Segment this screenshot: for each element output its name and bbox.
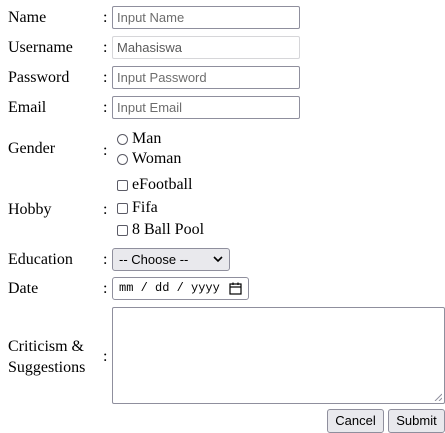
hobby-option-8-ball-pool[interactable]: 8 Ball Pool (117, 220, 204, 240)
date-input[interactable]: mm / dd / yyyy (112, 277, 249, 300)
criticism-colon: : (103, 348, 108, 365)
criticism-label-line2: Suggestions (8, 359, 86, 376)
checkbox-icon[interactable] (117, 224, 128, 236)
hobby-option-label: 8 Ball Pool (132, 221, 205, 238)
hobby-option-label: Fifa (132, 199, 158, 216)
checkbox-icon[interactable] (117, 179, 128, 191)
gender-colon: : (103, 142, 108, 159)
hobby-option-efootball[interactable]: eFootball (117, 175, 192, 195)
gender-label: Gender (8, 140, 56, 157)
education-colon: : (103, 251, 108, 268)
submit-button[interactable]: Submit (388, 409, 445, 433)
username-colon: : (103, 39, 108, 56)
hobby-colon: : (103, 201, 108, 218)
email-input[interactable]: Input Email (112, 96, 300, 119)
date-colon: : (103, 280, 108, 297)
password-input[interactable]: Input Password (112, 66, 300, 89)
radio-icon[interactable] (117, 133, 128, 145)
date-label: Date (8, 280, 39, 297)
education-label: Education (8, 251, 73, 268)
hobby-option-fifa[interactable]: Fifa (117, 198, 158, 218)
radio-icon[interactable] (117, 153, 128, 165)
username-input[interactable]: Mahasiswa (112, 36, 300, 59)
name-input[interactable]: Input Name (112, 6, 300, 29)
education-selected-value: -- Choose -- (119, 252, 189, 267)
name-colon: : (103, 9, 108, 26)
education-select[interactable]: -- Choose -- (112, 248, 230, 271)
date-placeholder: mm / dd / yyyy (119, 281, 220, 295)
email-label: Email (8, 99, 47, 116)
resize-grip-icon[interactable] (434, 393, 442, 401)
criticism-textarea[interactable] (112, 307, 445, 404)
gender-option-man[interactable]: Man (117, 129, 161, 149)
password-colon: : (103, 69, 108, 86)
gender-option-woman[interactable]: Woman (117, 149, 181, 169)
chevron-down-icon (213, 256, 223, 263)
hobby-label: Hobby (8, 201, 52, 218)
email-colon: : (103, 99, 108, 116)
username-label: Username (8, 39, 73, 56)
gender-option-label: Woman (132, 150, 182, 167)
gender-option-label: Man (132, 130, 162, 147)
password-label: Password (8, 69, 70, 86)
name-label: Name (8, 9, 47, 26)
hobby-option-label: eFootball (132, 176, 193, 193)
calendar-icon[interactable] (229, 282, 242, 295)
cancel-button[interactable]: Cancel (327, 409, 384, 433)
criticism-label-line1: Criticism & (8, 338, 84, 355)
checkbox-icon[interactable] (117, 202, 128, 214)
